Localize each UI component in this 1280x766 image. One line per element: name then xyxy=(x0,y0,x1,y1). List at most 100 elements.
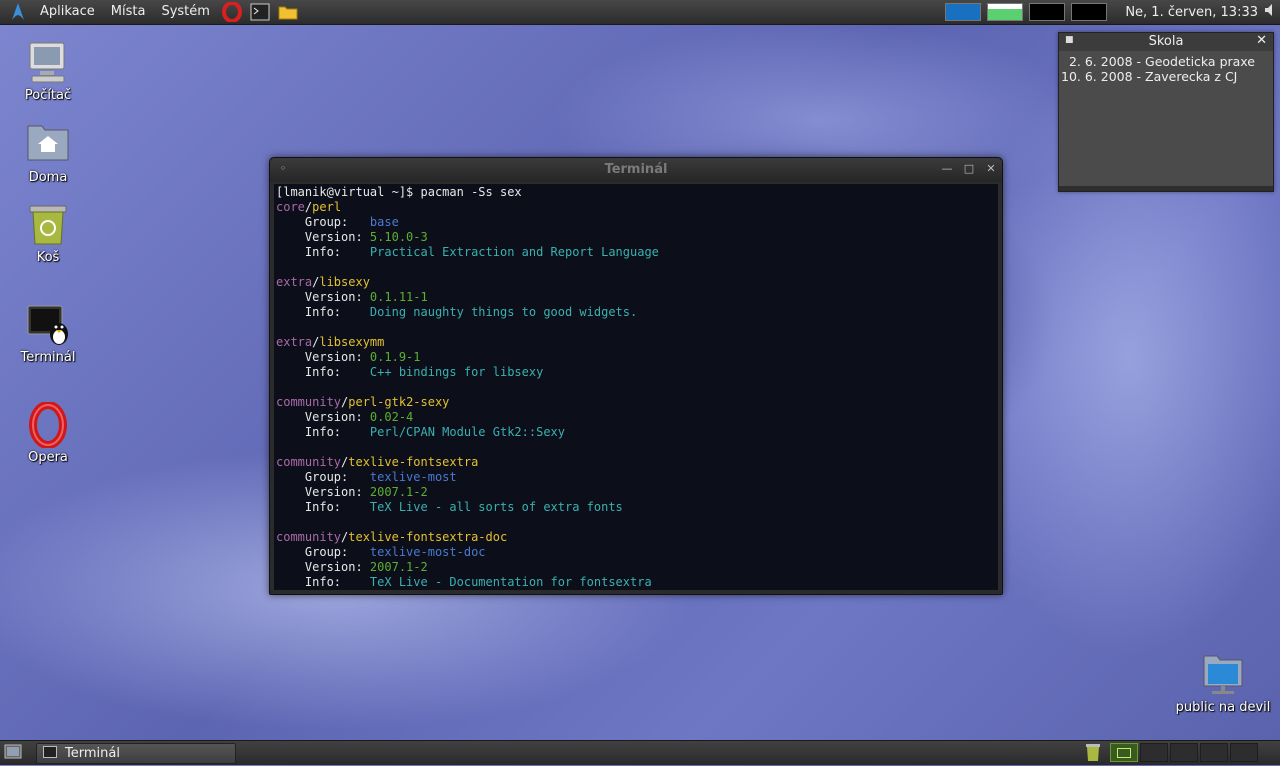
terminal-output[interactable]: [lmanik@virtual ~]$ pacman -Ss sex core/… xyxy=(274,184,998,590)
package-group-line: Group: texlive-most-doc xyxy=(276,545,998,560)
skola-resize-bar[interactable] xyxy=(1059,186,1273,191)
folder-launcher-icon[interactable] xyxy=(278,2,298,22)
show-desktop-icon[interactable] xyxy=(4,744,22,765)
workspace-2[interactable] xyxy=(1140,743,1168,762)
package-version-line: Version: 2007.1-2 xyxy=(276,560,998,575)
desktop-icon-computer[interactable]: Počítač xyxy=(8,40,88,103)
package-header: community/perl-gtk2-sexy xyxy=(276,395,450,409)
desktop-icon-label: Počítač xyxy=(24,88,72,103)
network-folder-icon xyxy=(1200,652,1246,698)
package-info-line: Info: TeX Live - Documentation for fonts… xyxy=(276,575,998,590)
package-group-value: texlive-most-doc xyxy=(369,545,486,559)
package-version-key: Version: xyxy=(276,410,370,424)
package-header: core/perl xyxy=(276,200,342,214)
desktop-icon-opera[interactable]: Opera xyxy=(8,401,88,465)
desktop-icon-trash[interactable]: Koš xyxy=(8,202,88,265)
desktop-icon-label: Doma xyxy=(28,170,68,185)
package-info-value: TeX Live - Documentation for fontsextra xyxy=(369,575,652,589)
skola-titlebar[interactable]: ■ Skola ✕ xyxy=(1059,33,1273,51)
package-header: extra/libsexy xyxy=(276,275,370,289)
package-info-value: Practical Extraction and Report Language xyxy=(369,245,659,259)
package-info-line: Info: TeX Live - all sorts of extra font… xyxy=(276,500,998,515)
workspace-5[interactable] xyxy=(1230,743,1258,762)
package-version-line: Version: 0.1.11-1 xyxy=(276,290,998,305)
skola-title: Skola xyxy=(1148,34,1184,49)
trash-applet-icon[interactable] xyxy=(1084,743,1102,766)
desktop-icon-home[interactable]: Doma xyxy=(8,122,88,185)
load-monitor[interactable] xyxy=(1071,3,1108,21)
memory-monitor[interactable] xyxy=(987,3,1024,21)
package-group-value: base xyxy=(369,215,399,229)
desktop-icon-label: Opera xyxy=(28,450,68,465)
package-group-key: Group: xyxy=(276,470,370,484)
minimize-icon[interactable]: — xyxy=(940,162,954,176)
opera-launcher-icon[interactable] xyxy=(221,2,242,22)
package-info-line: Info: Practical Extraction and Report La… xyxy=(276,245,998,260)
home-folder-icon xyxy=(25,122,71,168)
package-header: extra/libsexymm xyxy=(276,335,385,349)
package-version-value: 0.1.9-1 xyxy=(369,350,421,364)
skola-entry: 10. 6. 2008 - Zaverecka z CJ xyxy=(1061,69,1238,84)
clock[interactable]: Ne, 1. červen, 13:33 xyxy=(1125,5,1258,20)
package-group-value: texlive-most xyxy=(369,470,457,484)
terminal-icon xyxy=(25,302,71,348)
package-version-key: Version: xyxy=(276,485,370,499)
package-version-line: Version: 0.02-4 xyxy=(276,410,998,425)
network-monitor[interactable] xyxy=(945,3,982,21)
package-info-value: C++ bindings for libsexy xyxy=(369,365,544,379)
close-icon[interactable]: ✕ xyxy=(984,162,998,176)
package-version-value: 0.02-4 xyxy=(369,410,414,424)
terminal-launcher-icon[interactable] xyxy=(250,2,270,22)
desktop-icon-label: Terminál xyxy=(20,350,76,365)
terminal-window[interactable]: ◦ Terminál — □ ✕ [lmanik@virtual ~]$ pac… xyxy=(269,157,1003,595)
arch-logo-icon[interactable] xyxy=(8,2,28,22)
menu-places[interactable]: Místa xyxy=(103,0,154,24)
package-version-line: Version: 5.10.0-3 xyxy=(276,230,998,245)
desktop-icon-terminal[interactable]: Terminál xyxy=(8,302,88,365)
package-version-line: Version: 0.1.9-1 xyxy=(276,350,998,365)
maximize-icon[interactable]: □ xyxy=(962,162,976,176)
skola-widget[interactable]: ■ Skola ✕ 2. 6. 2008 - Geodeticka praxe … xyxy=(1058,32,1274,192)
package-version-value: 2007.1-2 xyxy=(369,485,428,499)
volume-icon[interactable] xyxy=(1264,3,1274,21)
desktop-icon-network-share[interactable]: public na devil xyxy=(1170,652,1276,715)
close-icon[interactable]: ✕ xyxy=(1256,33,1267,48)
terminal-titlebar[interactable]: ◦ Terminál — □ ✕ xyxy=(270,158,1002,182)
terminal-prompt: [lmanik@virtual ~]$ pacman -Ss sex xyxy=(276,185,522,199)
skola-entry: 2. 6. 2008 - Geodeticka praxe xyxy=(1061,54,1256,69)
package-group-line: Group: base xyxy=(276,215,998,230)
package-info-key: Info: xyxy=(276,575,370,589)
workspace-3[interactable] xyxy=(1170,743,1198,762)
computer-icon xyxy=(25,40,71,86)
cpu-monitor[interactable] xyxy=(1029,3,1066,21)
package-info-key: Info: xyxy=(276,305,370,319)
menu-system[interactable]: Systém xyxy=(153,0,217,24)
package-name: perl xyxy=(312,200,342,214)
package-info-key: Info: xyxy=(276,500,370,514)
package-version-value: 2007.1-2 xyxy=(369,560,428,574)
package-header: community/texlive-fontsextra-doc xyxy=(276,530,508,544)
package-repo: community xyxy=(276,530,342,544)
workspace-4[interactable] xyxy=(1200,743,1228,762)
package-info-line: Info: Doing naughty things to good widge… xyxy=(276,305,998,320)
package-version-key: Version: xyxy=(276,290,370,304)
menu-applications[interactable]: Aplikace xyxy=(32,0,103,24)
package-info-line: Info: Perl/CPAN Module Gtk2::Sexy xyxy=(276,425,998,440)
package-repo: extra xyxy=(276,335,313,349)
opera-icon xyxy=(25,401,71,449)
package-name: texlive-fontsextra xyxy=(348,455,479,469)
package-version-key: Version: xyxy=(276,230,370,244)
taskbar-terminal-button[interactable]: Terminál xyxy=(36,743,236,764)
workspace-1[interactable] xyxy=(1110,743,1138,762)
package-info-key: Info: xyxy=(276,245,370,259)
desktop-icon-label: Koš xyxy=(36,250,60,265)
package-group-key: Group: xyxy=(276,545,370,559)
package-repo: community xyxy=(276,395,342,409)
package-version-key: Version: xyxy=(276,350,370,364)
package-version-key: Version: xyxy=(276,560,370,574)
package-repo: core xyxy=(276,200,305,214)
